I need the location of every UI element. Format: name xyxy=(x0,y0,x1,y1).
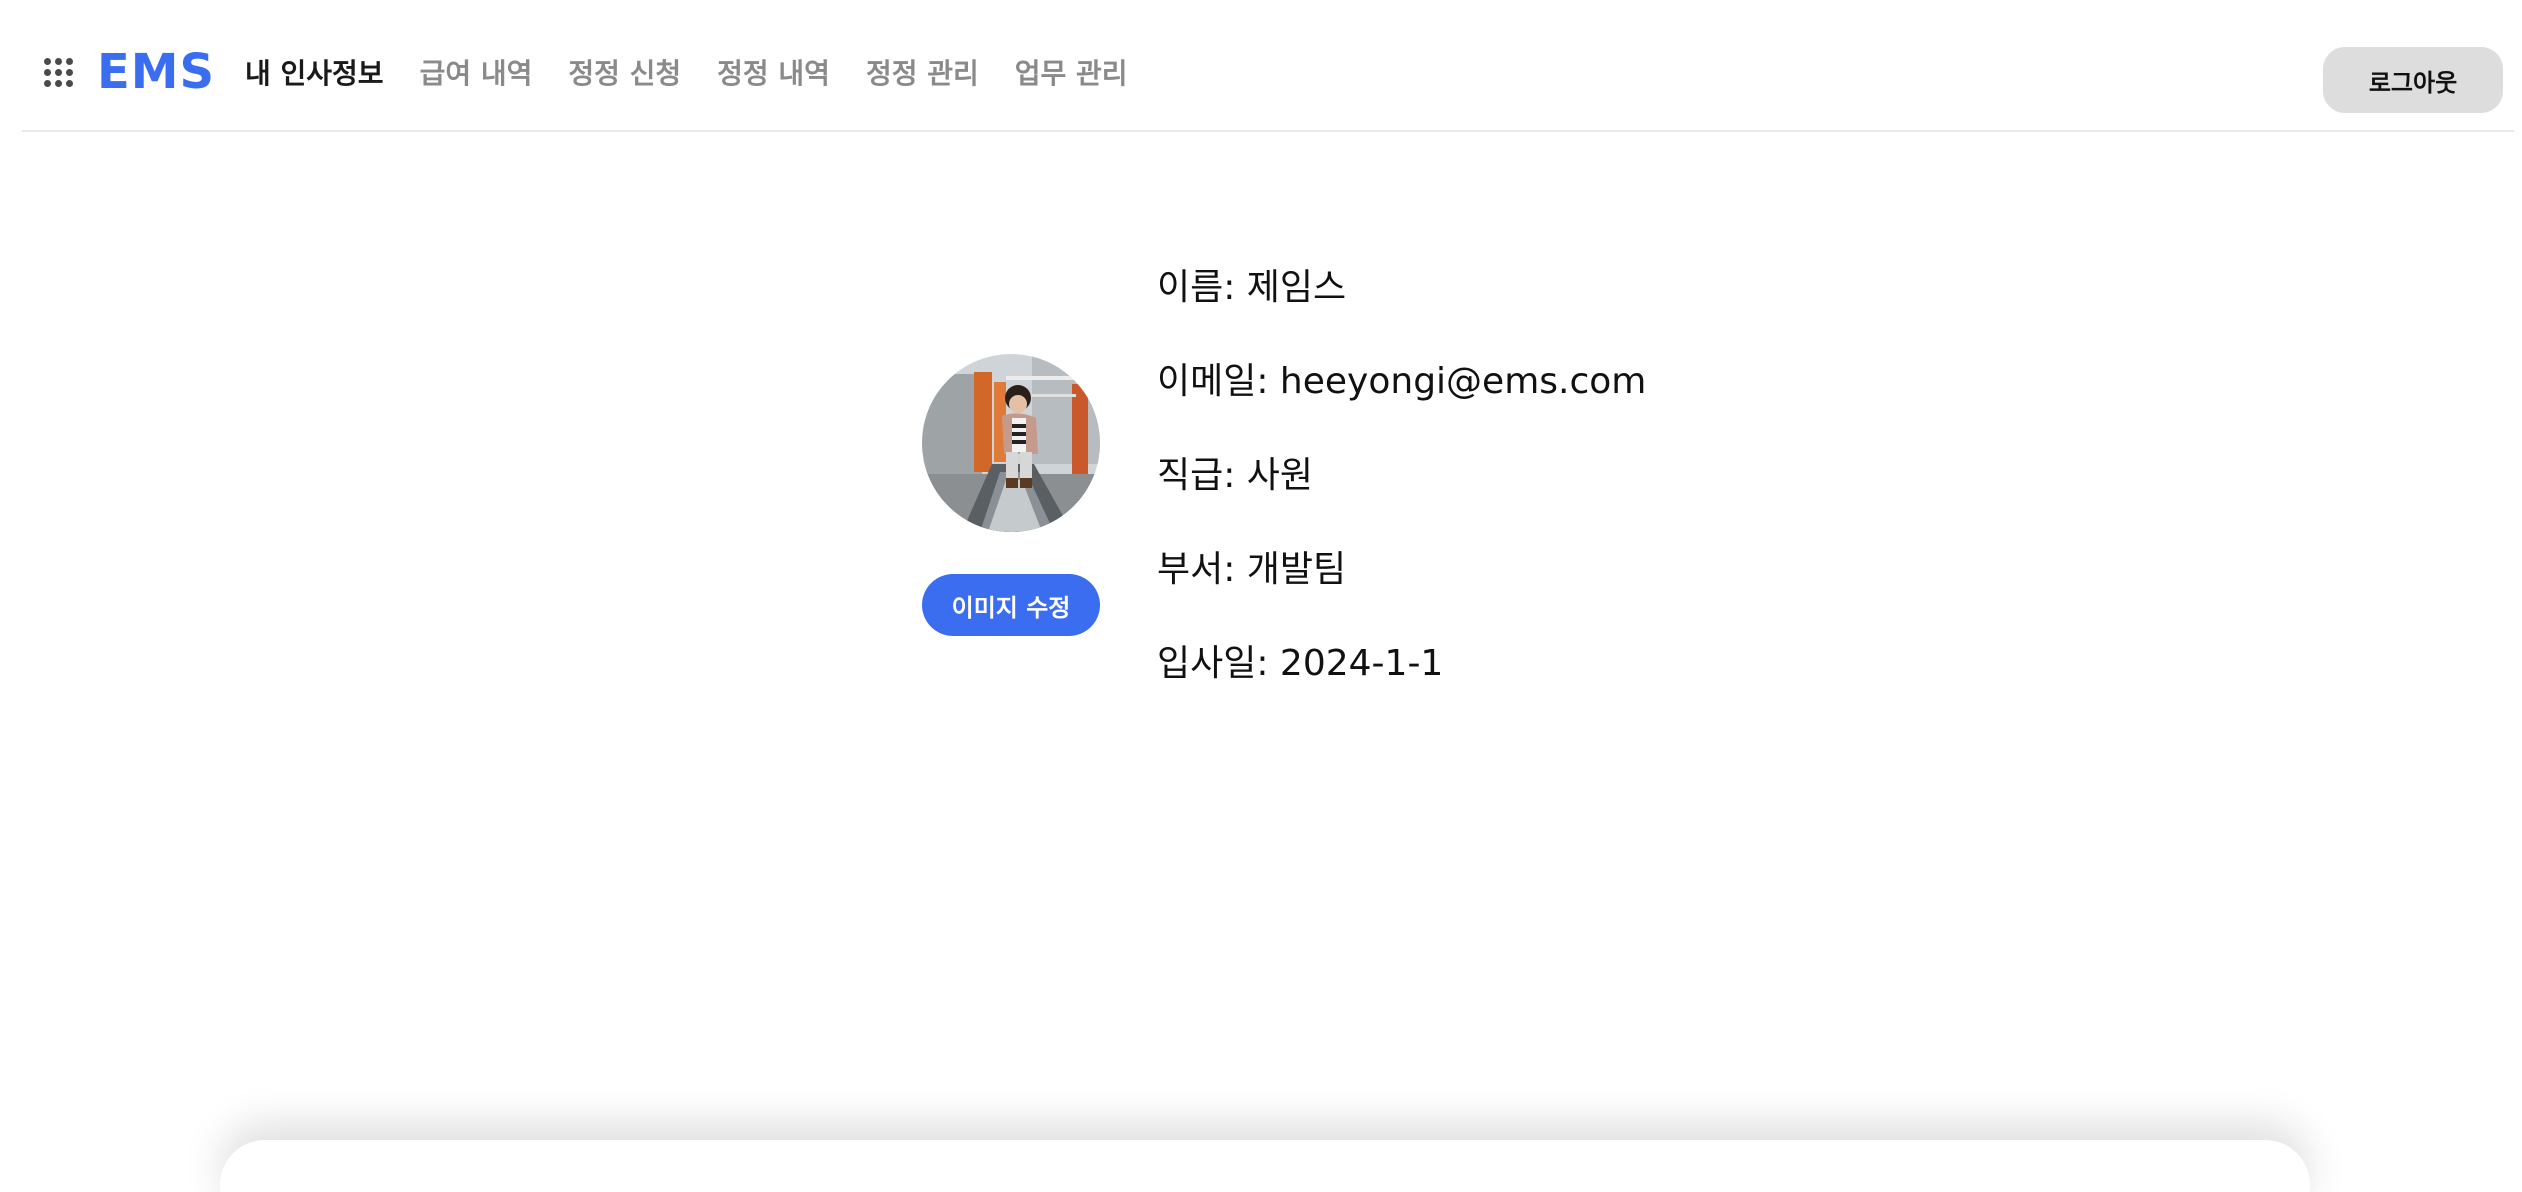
bottom-panel-shadow xyxy=(220,1140,2310,1192)
info-department: 부서: 개발팀 xyxy=(1157,549,1347,590)
main-nav: 내 인사정보 급여 내역 정정 신청 정정 내역 정정 관리 업무 관리 xyxy=(245,52,1128,96)
nav-item-my-hr-info[interactable]: 내 인사정보 xyxy=(245,52,384,96)
nav-item-payroll-history[interactable]: 급여 내역 xyxy=(420,52,533,96)
nav-item-correction-history[interactable]: 정정 내역 xyxy=(717,52,830,96)
nav-item-correction-management[interactable]: 정정 관리 xyxy=(866,52,979,96)
info-name: 이름: 제임스 xyxy=(1157,267,1347,308)
info-join-date: 입사일: 2024-1-1 xyxy=(1157,643,1444,684)
info-position: 직급: 사원 xyxy=(1157,455,1314,496)
apps-grid-icon[interactable] xyxy=(44,58,74,88)
edit-image-button[interactable]: 이미지 수정 xyxy=(922,574,1100,636)
logout-button[interactable]: 로그아웃 xyxy=(2323,47,2503,113)
nav-item-correction-request[interactable]: 정정 신청 xyxy=(568,52,681,96)
profile-info: 이름: 제임스 이메일: heeyongi@ems.com 직급: 사원 부서:… xyxy=(1157,262,1646,732)
ems-logo[interactable]: EMS xyxy=(97,40,215,104)
nav-item-task-management[interactable]: 업무 관리 xyxy=(1015,52,1128,96)
top-nav-bar: EMS 내 인사정보 급여 내역 정정 신청 정정 내역 정정 관리 업무 관리 xyxy=(22,0,2514,132)
page: EMS 내 인사정보 급여 내역 정정 신청 정정 내역 정정 관리 업무 관리… xyxy=(0,0,2522,1192)
info-email: 이메일: heeyongi@ems.com xyxy=(1157,361,1647,402)
profile-photo xyxy=(922,354,1100,532)
